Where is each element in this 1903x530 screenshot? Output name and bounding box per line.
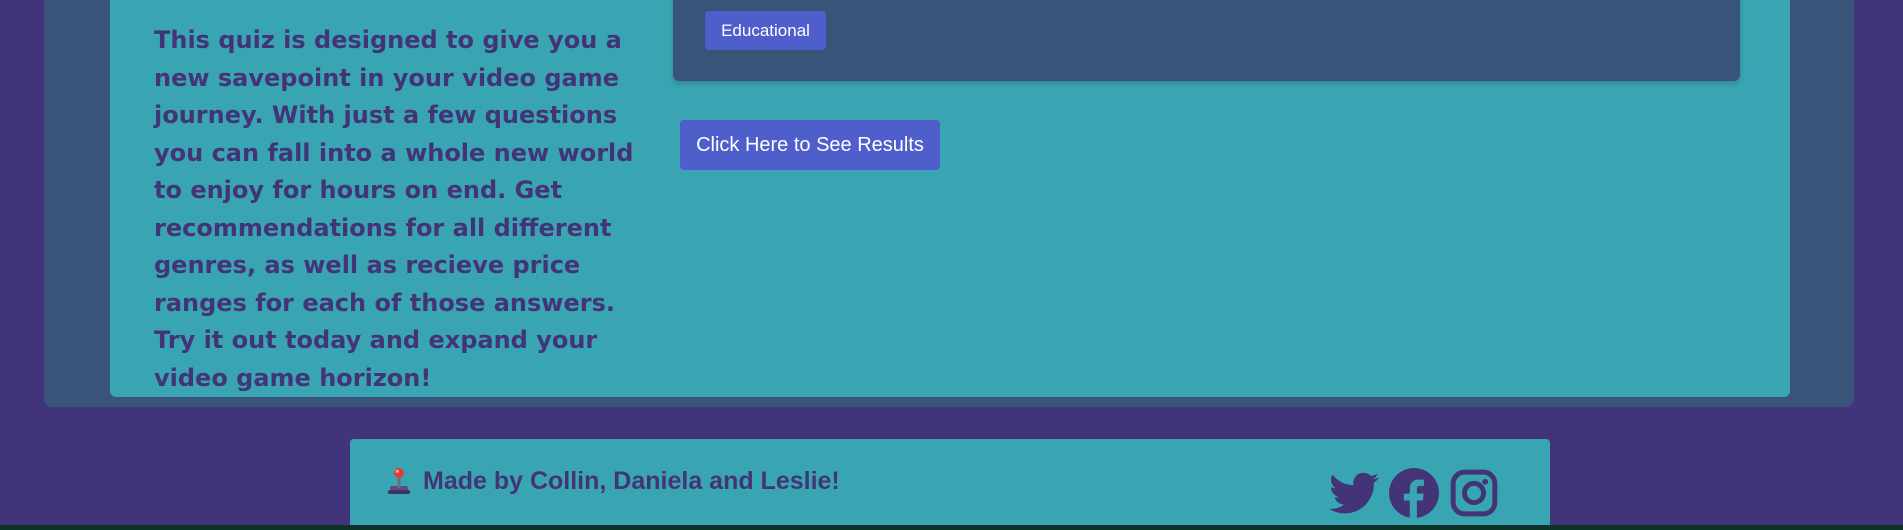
twitter-icon[interactable] bbox=[1329, 468, 1379, 518]
bottom-edge bbox=[0, 525, 1903, 530]
social-links bbox=[1329, 468, 1509, 518]
footer-credit: Made by Collin, Daniela and Leslie! bbox=[384, 466, 840, 496]
answer-button-educational[interactable]: Educational bbox=[705, 11, 826, 50]
credit-text: Made by Collin, Daniela and Leslie! bbox=[423, 466, 840, 495]
joystick-icon bbox=[384, 466, 414, 496]
question-card bbox=[673, 0, 1740, 81]
instagram-icon[interactable] bbox=[1449, 468, 1499, 518]
facebook-icon[interactable] bbox=[1389, 468, 1439, 518]
footer: Made by Collin, Daniela and Leslie! bbox=[350, 439, 1550, 525]
intro-description: This quiz is designed to give you a new … bbox=[154, 26, 634, 392]
see-results-button[interactable]: Click Here to See Results bbox=[680, 120, 940, 170]
